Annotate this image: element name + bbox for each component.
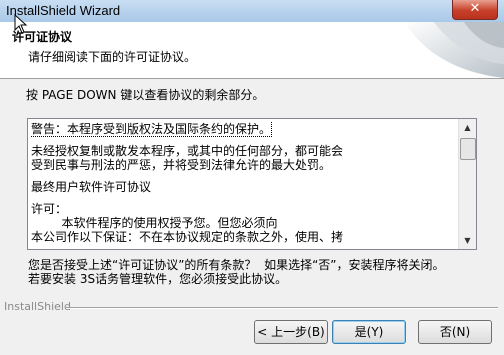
vertical-scrollbar[interactable]: ▲ ▼	[458, 119, 476, 249]
branding-row: InstallShield	[4, 300, 500, 314]
arrow-up-icon: ▲	[464, 123, 471, 132]
instruction-text: 按 PAGE DOWN 键以查看协议的剩余部分。	[26, 88, 265, 102]
license-line: 许可：	[31, 202, 68, 216]
scroll-down-button[interactable]: ▼	[459, 232, 476, 249]
arrow-down-icon: ▼	[464, 236, 471, 245]
scroll-up-button[interactable]: ▲	[459, 119, 476, 136]
license-line: 本软件程序的使用权授予您。但您必须向	[31, 216, 278, 230]
mouse-cursor-icon	[14, 14, 28, 34]
divider	[66, 307, 498, 309]
page-subtitle: 请仔细阅读下面的许可证协议。	[28, 50, 197, 64]
license-line: 本公司作以下保证：不在本协议规定的条款之外，使用、拷	[31, 230, 344, 244]
close-icon: ✕	[469, 1, 481, 16]
title-bar[interactable]: InstallShield Wizard ✕	[0, 0, 504, 23]
no-button[interactable]: 否(N)	[418, 320, 492, 344]
header-panel: 许可证协议 请仔细阅读下面的许可证协议。	[0, 22, 504, 79]
license-line: 最终用户软件许可协议	[31, 180, 152, 194]
license-text-box[interactable]: 警告：本程序受到版权法及国际条约的保护。 未经授权复制或散发本程序，或其中的任何…	[27, 118, 477, 250]
question-line-2: 若要安装 3S话务管理软件，您必须接受此协议。	[28, 272, 288, 286]
scroll-thumb[interactable]	[460, 138, 476, 160]
question-line-1: 您是否接受上述“许可证协议”的所有条款？ 如果选择“否”，安装程序将关闭。	[28, 258, 445, 272]
accept-question: 您是否接受上述“许可证协议”的所有条款？ 如果选择“否”，安装程序将关闭。 若要…	[28, 258, 445, 286]
license-line: 警告：本程序受到版权法及国际条约的保护。	[31, 122, 273, 137]
license-line: 受到民事与刑法的严惩，并将受到法律允许的最大处罚。	[31, 158, 332, 172]
license-text[interactable]: 警告：本程序受到版权法及国际条约的保护。 未经授权复制或散发本程序，或其中的任何…	[31, 122, 456, 246]
installshield-wizard-window: InstallShield Wizard ✕ 许可证协议 请仔细阅读下面的许可证…	[0, 0, 504, 355]
yes-button[interactable]: 是(Y)	[332, 320, 406, 344]
close-button[interactable]: ✕	[452, 0, 498, 20]
back-button[interactable]: < 上一步(B)	[254, 320, 328, 344]
installshield-brand: InstallShield	[4, 300, 71, 313]
header-decoration-graphic	[394, 22, 504, 78]
license-line: 未经授权复制或散发本程序，或其中的任何部分，都可能会	[31, 144, 344, 158]
